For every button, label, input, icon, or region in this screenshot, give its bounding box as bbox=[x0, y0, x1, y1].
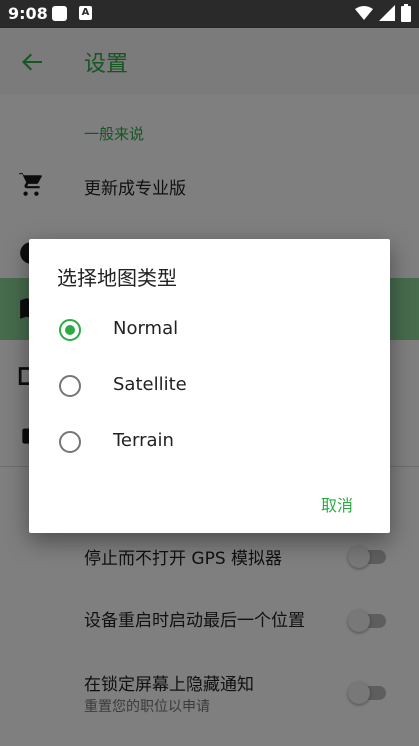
map-type-dialog: 选择地图类型 Normal Satellite Terrain 取消 bbox=[29, 239, 390, 533]
notification-a-icon: A bbox=[79, 6, 92, 20]
radio-unselected-icon[interactable] bbox=[59, 431, 81, 453]
status-bar: 9:08 A bbox=[0, 0, 419, 28]
notification-app-icon bbox=[52, 6, 67, 21]
option-label: Terrain bbox=[113, 430, 174, 451]
dialog-title: 选择地图类型 bbox=[57, 266, 177, 290]
radio-unselected-icon[interactable] bbox=[59, 375, 81, 397]
option-normal[interactable]: Normal bbox=[29, 305, 390, 355]
battery-icon bbox=[401, 4, 411, 22]
wifi-icon bbox=[355, 6, 373, 20]
option-label: Satellite bbox=[113, 374, 187, 395]
option-satellite[interactable]: Satellite bbox=[29, 361, 390, 411]
option-label: Normal bbox=[113, 318, 179, 339]
signal-icon bbox=[379, 5, 395, 21]
cancel-button[interactable]: 取消 bbox=[311, 490, 363, 518]
radio-dot bbox=[65, 325, 75, 335]
option-terrain[interactable]: Terrain bbox=[29, 417, 390, 467]
radio-selected-icon[interactable] bbox=[59, 319, 81, 341]
status-time: 9:08 bbox=[8, 4, 48, 23]
status-icons bbox=[355, 4, 411, 22]
